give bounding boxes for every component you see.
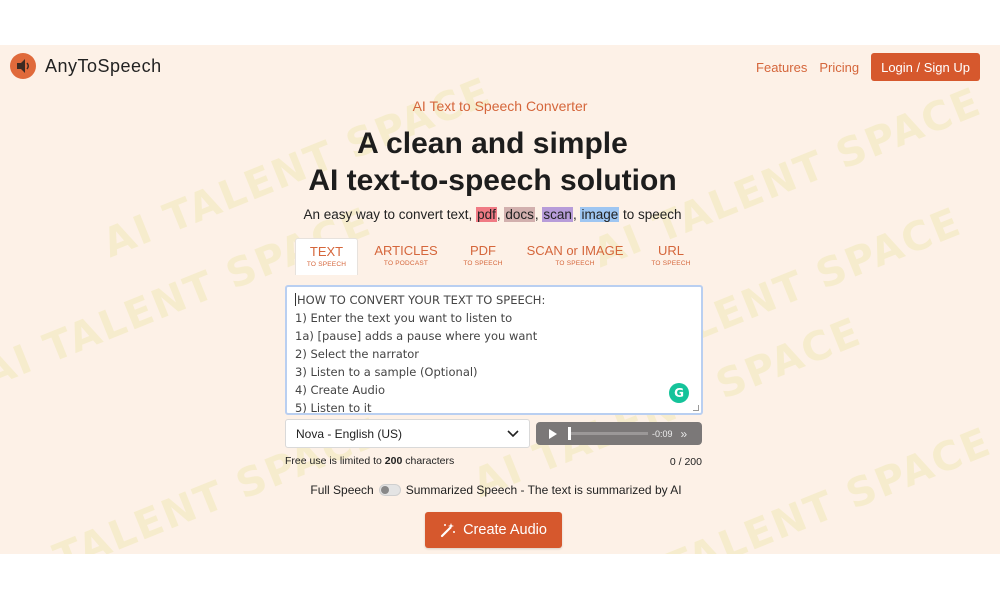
play-icon[interactable]: [546, 428, 558, 440]
tab-title: URL: [657, 243, 684, 258]
full-speech-label: Full Speech: [310, 483, 374, 497]
tab-title: TEXT: [309, 244, 344, 259]
voice-select[interactable]: Nova - English (US): [285, 419, 530, 448]
hero-subtitle: An easy way to convert text, pdf, docs, …: [0, 207, 985, 222]
create-audio-button[interactable]: Create Audio: [425, 512, 562, 548]
tab-pdf[interactable]: PDF TO SPEECH: [451, 238, 515, 275]
resize-handle[interactable]: [693, 405, 699, 411]
top-nav: Features Pricing Login / Sign Up: [756, 53, 980, 81]
fast-forward-icon[interactable]: »: [681, 427, 688, 441]
login-signup-button[interactable]: Login / Sign Up: [871, 53, 980, 81]
audio-time: -0:09: [652, 428, 673, 439]
placeholder-line: 3) Listen to a sample (Optional): [295, 365, 478, 379]
title-line-1: A clean and simple: [357, 127, 628, 160]
hero-eyebrow: AI Text to Speech Converter: [412, 98, 588, 114]
speaker-icon: [10, 53, 36, 79]
placeholder-line: HOW TO CONVERT YOUR TEXT TO SPEECH:: [295, 293, 546, 307]
tab-scan-image[interactable]: SCAN or IMAGE TO SPEECH: [518, 238, 632, 275]
tab-title: PDF: [470, 243, 496, 258]
chevron-down-icon: [507, 429, 519, 437]
create-audio-label: Create Audio: [463, 522, 547, 538]
tab-url[interactable]: URL TO SPEECH: [636, 238, 706, 275]
title-line-2: AI text-to-speech solution: [308, 164, 677, 197]
placeholder-line: 5) Listen to it: [295, 401, 372, 415]
character-limit-value: 200: [384, 455, 403, 467]
tab-subtitle: TO SPEECH: [651, 260, 691, 267]
brand-name: AnyToSpeech: [45, 55, 162, 76]
placeholder-line: 4) Create Audio: [295, 383, 386, 397]
seek-handle[interactable]: [568, 427, 571, 440]
highlight-scan: scan: [542, 207, 573, 222]
nav-features-link[interactable]: Features: [756, 60, 807, 75]
highlight-docs: docs: [504, 207, 535, 222]
character-limit-note: Free use is limited to 200 characters: [285, 455, 455, 467]
highlight-pdf: pdf: [476, 207, 497, 222]
tab-title: ARTICLES: [374, 243, 438, 258]
tab-subtitle: TO SPEECH: [306, 261, 347, 268]
tab-articles[interactable]: ARTICLES TO PODCAST: [363, 238, 449, 275]
tab-subtitle: TO PODCAST: [383, 260, 429, 267]
page-title: A clean and simple AI text-to-speech sol…: [0, 125, 985, 199]
placeholder-line: 1) Enter the text you want to listen to: [295, 311, 513, 325]
speech-mode-row: Full Speech Summarized Speech - The text…: [0, 483, 992, 497]
nav-pricing-link[interactable]: Pricing: [819, 60, 859, 75]
tab-text[interactable]: TEXT TO SPEECH: [295, 238, 358, 275]
page-background: AI TALENT SPACE AI TALENT SPACE AI TALEN…: [0, 45, 1000, 554]
summarized-speech-label: Summarized Speech - The text is summariz…: [405, 483, 682, 497]
subtitle-prefix: An easy way to convert text,: [303, 207, 477, 222]
tab-title: SCAN or IMAGE: [526, 243, 624, 258]
brand-logo[interactable]: AnyToSpeech: [10, 53, 162, 79]
magic-wand-icon: [440, 523, 456, 538]
highlight-image: image: [580, 207, 620, 222]
subtitle-suffix: to speech: [619, 207, 682, 222]
tab-subtitle: TO SPEECH: [555, 260, 595, 267]
placeholder-line: 1a) [pause] adds a pause where you want: [295, 329, 538, 343]
converter-tabs: TEXT TO SPEECH ARTICLES TO PODCAST PDF T…: [295, 238, 706, 275]
voice-selected-value: Nova - English (US): [296, 426, 403, 441]
text-input-area[interactable]: HOW TO CONVERT YOUR TEXT TO SPEECH: 1) E…: [285, 285, 703, 415]
grammarly-icon[interactable]: G: [669, 383, 689, 403]
placeholder-line: 2) Select the narrator: [295, 347, 420, 361]
summary-toggle[interactable]: [378, 484, 401, 496]
audio-player: -0:09 »: [536, 422, 702, 445]
character-counter: 0 / 200: [669, 456, 702, 468]
audio-seek-bar[interactable]: [568, 427, 648, 440]
tab-subtitle: TO SPEECH: [463, 260, 503, 267]
text-caret: [295, 293, 296, 306]
